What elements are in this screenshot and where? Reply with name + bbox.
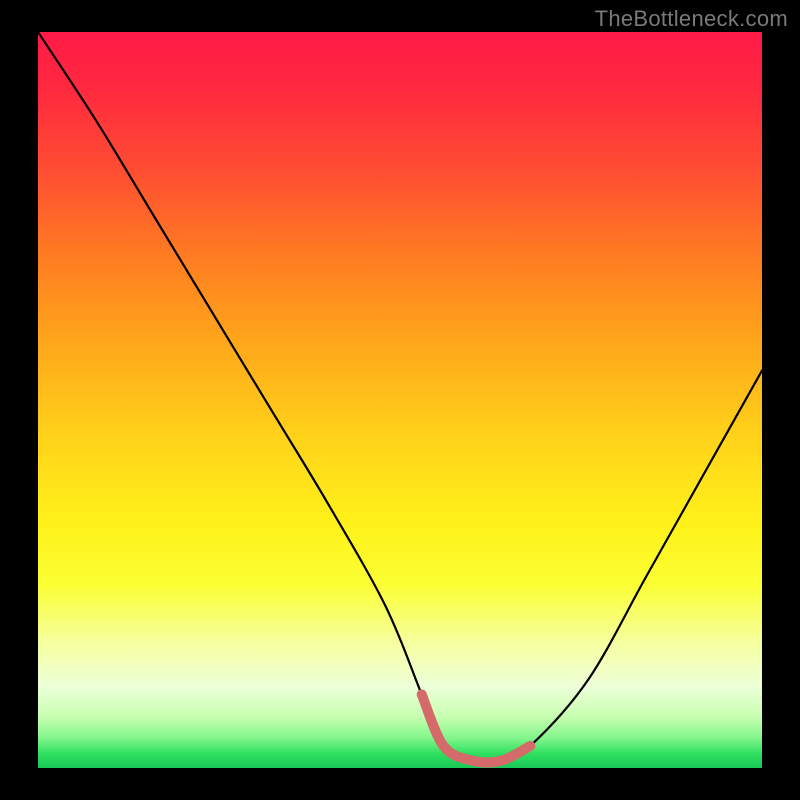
optimal-zone-highlight	[422, 694, 531, 762]
chart-frame: TheBottleneck.com	[0, 0, 800, 800]
watermark-label: TheBottleneck.com	[595, 6, 788, 32]
plot-area	[38, 32, 762, 768]
bottleneck-curve	[38, 32, 762, 762]
curve-layer	[38, 32, 762, 768]
